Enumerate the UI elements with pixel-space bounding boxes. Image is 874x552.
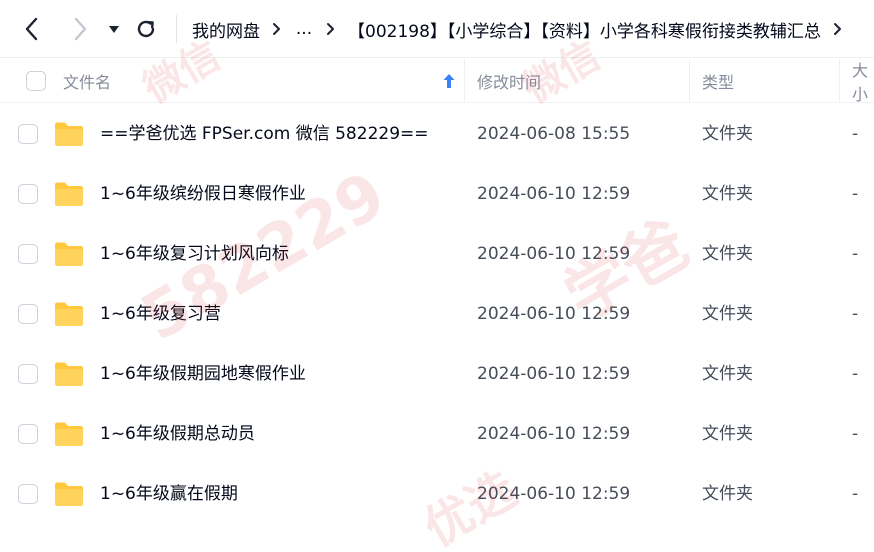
file-size: - xyxy=(852,244,859,264)
breadcrumb-current: 【002198】【小学综合】【资料】小学各科寒假衔接类教辅汇总 xyxy=(348,21,821,42)
row-checkbox[interactable] xyxy=(18,304,38,324)
breadcrumb-root[interactable]: 我的网盘 xyxy=(192,17,260,42)
file-name[interactable]: 1~6年级复习计划风向标 xyxy=(100,224,289,284)
row-checkbox[interactable] xyxy=(18,484,38,504)
file-size: - xyxy=(852,364,859,384)
file-modified: 2024-06-10 12:59 xyxy=(477,484,631,504)
folder-icon xyxy=(55,482,83,506)
file-manager-window: 我的网盘 ... 【002198】【小学综合】【资料】小学各科寒假衔接类教辅汇总… xyxy=(0,0,874,552)
file-name[interactable]: 1~6年级复习营 xyxy=(100,284,221,344)
refresh-button[interactable] xyxy=(129,12,163,46)
file-modified: 2024-06-10 12:59 xyxy=(477,424,631,444)
file-type: 文件夹 xyxy=(702,304,753,324)
file-row[interactable]: 1~6年级假期总动员 2024-06-10 12:59 文件夹 - xyxy=(0,404,874,464)
chevron-right-icon xyxy=(74,17,87,41)
folder-icon xyxy=(55,362,83,386)
forward-button[interactable] xyxy=(63,12,97,46)
file-size: - xyxy=(852,124,859,144)
column-divider[interactable] xyxy=(689,59,690,103)
column-header-modified-label: 修改时间 xyxy=(477,73,542,92)
file-list-header: 文件名 修改时间 类型 大小 xyxy=(0,59,874,104)
file-row[interactable]: 1~6年级假期园地寒假作业 2024-06-10 12:59 文件夹 - xyxy=(0,344,874,404)
file-modified: 2024-06-10 12:59 xyxy=(477,184,631,204)
column-header-modified[interactable]: 修改时间 xyxy=(477,59,541,103)
file-type: 文件夹 xyxy=(702,184,753,204)
file-row[interactable]: 1~6年级缤纷假日寒假作业 2024-06-10 12:59 文件夹 - xyxy=(0,164,874,224)
file-modified: 2024-06-10 12:59 xyxy=(477,244,631,264)
file-name[interactable]: 1~6年级假期总动员 xyxy=(100,404,255,464)
back-button[interactable] xyxy=(15,12,49,46)
column-divider[interactable] xyxy=(464,59,465,103)
file-type: 文件夹 xyxy=(702,124,753,144)
column-header-size-label: 大小 xyxy=(852,61,869,104)
file-name[interactable]: ==学爸优选 FPSer.com 微信 582229== xyxy=(100,104,429,164)
folder-icon xyxy=(55,182,83,206)
breadcrumb: 我的网盘 ... 【002198】【小学综合】【资料】小学各科寒假衔接类教辅汇总 xyxy=(192,0,874,58)
file-row[interactable]: 1~6年级复习营 2024-06-10 12:59 文件夹 - xyxy=(0,284,874,344)
file-type: 文件夹 xyxy=(702,244,753,264)
column-header-type[interactable]: 类型 xyxy=(702,59,734,103)
file-size: - xyxy=(852,484,859,504)
breadcrumb-separator-icon xyxy=(821,19,855,39)
folder-icon xyxy=(55,422,83,446)
file-size: - xyxy=(852,424,859,444)
row-checkbox[interactable] xyxy=(18,424,38,444)
file-list: ==学爸优选 FPSer.com 微信 582229== 2024-06-08 … xyxy=(0,104,874,524)
sort-ascending-icon[interactable] xyxy=(442,73,456,89)
row-checkbox[interactable] xyxy=(18,184,38,204)
file-type: 文件夹 xyxy=(702,484,753,504)
row-checkbox[interactable] xyxy=(18,244,38,264)
file-size: - xyxy=(852,184,859,204)
select-all-checkbox[interactable] xyxy=(26,71,46,91)
folder-icon xyxy=(55,242,83,266)
file-modified: 2024-06-08 15:55 xyxy=(477,124,631,144)
file-modified: 2024-06-10 12:59 xyxy=(477,364,631,384)
folder-icon xyxy=(55,122,83,146)
column-header-name[interactable]: 文件名 xyxy=(63,59,464,103)
column-header-size[interactable]: 大小 xyxy=(852,59,874,104)
file-name[interactable]: 1~6年级赢在假期 xyxy=(100,464,238,524)
row-checkbox[interactable] xyxy=(18,124,38,144)
file-type: 文件夹 xyxy=(702,364,753,384)
column-divider[interactable] xyxy=(839,59,840,103)
file-row[interactable]: 1~6年级赢在假期 2024-06-10 12:59 文件夹 - xyxy=(0,464,874,524)
folder-icon xyxy=(55,302,83,326)
file-type: 文件夹 xyxy=(702,424,753,444)
file-row[interactable]: ==学爸优选 FPSer.com 微信 582229== 2024-06-08 … xyxy=(0,104,874,164)
nav-divider xyxy=(176,15,177,43)
breadcrumb-separator-icon xyxy=(260,19,294,39)
file-name[interactable]: 1~6年级缤纷假日寒假作业 xyxy=(100,164,306,224)
breadcrumb-ellipsis[interactable]: ... xyxy=(294,19,314,39)
column-header-name-label: 文件名 xyxy=(63,73,112,92)
file-name[interactable]: 1~6年级假期园地寒假作业 xyxy=(100,344,306,404)
history-dropdown-button[interactable] xyxy=(99,12,129,46)
file-size: - xyxy=(852,304,859,324)
file-row[interactable]: 1~6年级复习计划风向标 2024-06-10 12:59 文件夹 - xyxy=(0,224,874,284)
breadcrumb-separator-icon xyxy=(314,19,348,39)
row-checkbox[interactable] xyxy=(18,364,38,384)
select-all-cell xyxy=(26,59,46,103)
column-header-type-label: 类型 xyxy=(702,73,735,92)
navigation-bar: 我的网盘 ... 【002198】【小学综合】【资料】小学各科寒假衔接类教辅汇总 xyxy=(0,0,874,58)
refresh-icon xyxy=(137,20,155,38)
file-modified: 2024-06-10 12:59 xyxy=(477,304,631,324)
caret-down-icon xyxy=(109,26,119,33)
chevron-left-icon xyxy=(25,17,38,41)
